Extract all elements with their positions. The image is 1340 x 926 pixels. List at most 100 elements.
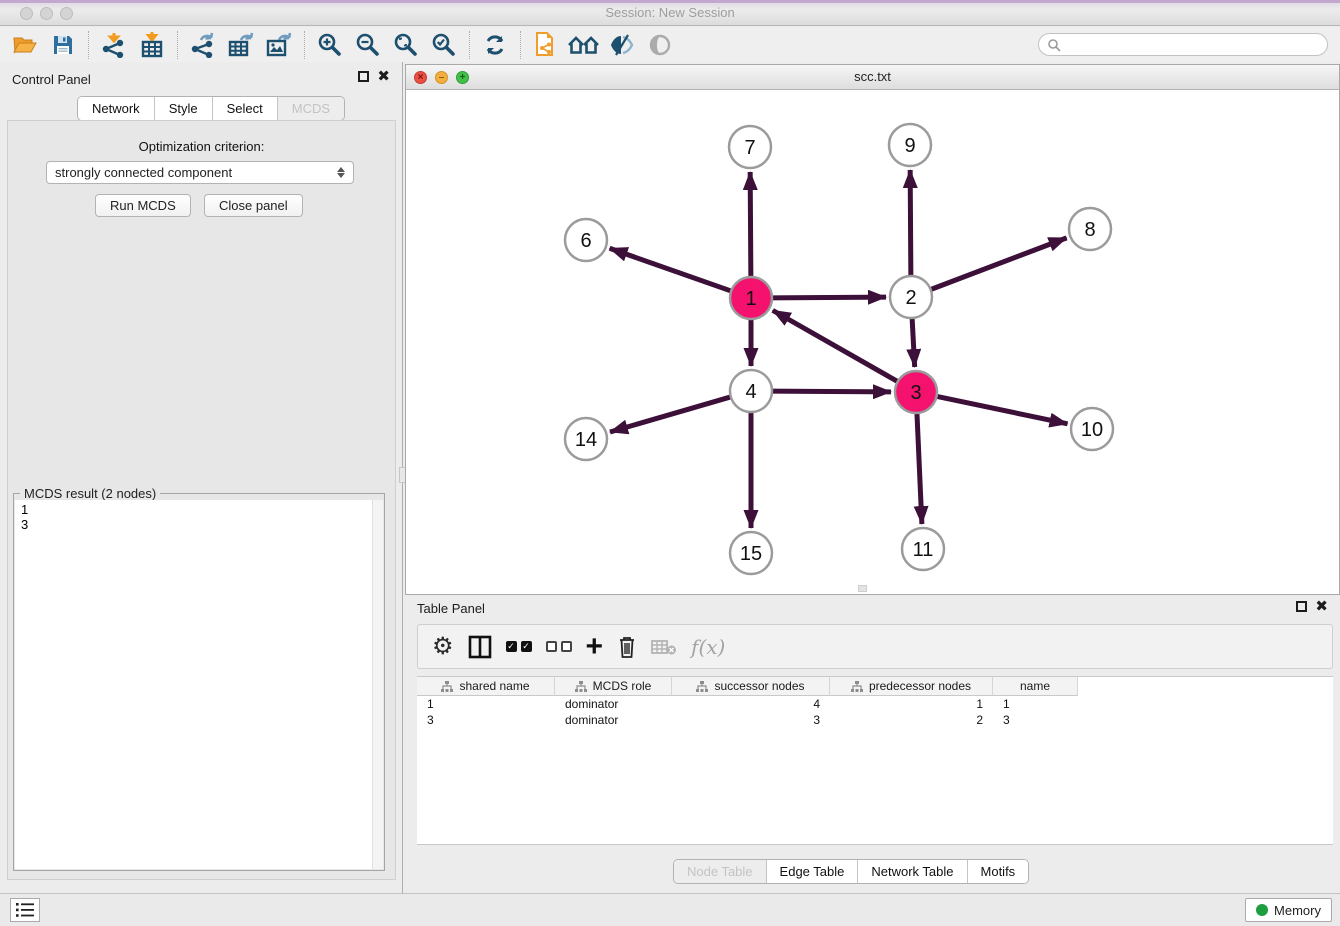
tab-network-table[interactable]: Network Table bbox=[857, 860, 966, 883]
graph-edge-2-3[interactable] bbox=[912, 316, 915, 367]
graph-edge-2-8[interactable] bbox=[929, 238, 1067, 290]
graph-node-label-14: 14 bbox=[575, 429, 597, 451]
column-label: predecessor nodes bbox=[869, 679, 971, 693]
mcds-result-title: MCDS result (2 nodes) bbox=[20, 486, 160, 501]
cell-MCDS-role[interactable]: dominator bbox=[555, 696, 672, 712]
refresh-icon bbox=[483, 33, 507, 57]
home-button[interactable] bbox=[565, 29, 603, 61]
show-graphics-details-button[interactable] bbox=[641, 29, 679, 61]
tab-network[interactable]: Network bbox=[78, 97, 154, 120]
optimization-criterion-select[interactable]: strongly connected component bbox=[46, 161, 354, 184]
tab-edge-table[interactable]: Edge Table bbox=[766, 860, 858, 883]
graph-node-label-6: 6 bbox=[580, 230, 591, 252]
hide-graphics-details-button[interactable] bbox=[603, 29, 641, 61]
network-frame-titlebar[interactable]: × – + scc.txt bbox=[406, 65, 1339, 90]
tab-select[interactable]: Select bbox=[212, 97, 277, 120]
task-history-button[interactable] bbox=[10, 898, 40, 922]
close-panel-icon[interactable]: ✖ bbox=[1315, 601, 1328, 612]
graph-node-label-8: 8 bbox=[1084, 219, 1095, 241]
run-mcds-button[interactable]: Run MCDS bbox=[95, 194, 191, 217]
import-table-button[interactable] bbox=[133, 29, 171, 61]
export-image-button[interactable] bbox=[260, 29, 298, 61]
tab-mcds[interactable]: MCDS bbox=[277, 97, 344, 120]
mcds-result-text[interactable]: 1 3 bbox=[15, 500, 373, 869]
column-header-MCDS-role[interactable]: MCDS role bbox=[555, 677, 672, 696]
export-table-icon bbox=[227, 32, 255, 58]
graph-edge-2-9[interactable] bbox=[910, 170, 911, 278]
graph-edge-1-6[interactable] bbox=[610, 248, 733, 291]
close-panel-icon[interactable]: ✖ bbox=[377, 71, 390, 82]
graph-node-label-3: 3 bbox=[910, 382, 921, 404]
tab-style[interactable]: Style bbox=[154, 97, 212, 120]
float-panel-icon[interactable] bbox=[358, 71, 369, 82]
export-table-button[interactable] bbox=[222, 29, 260, 61]
graph-edge-1-7[interactable] bbox=[750, 172, 751, 279]
window-title: Session: New Session bbox=[0, 5, 1340, 20]
cell-successor-nodes[interactable]: 4 bbox=[672, 696, 830, 712]
float-panel-icon[interactable] bbox=[1296, 601, 1307, 612]
column-header-successor-nodes[interactable]: successor nodes bbox=[672, 677, 830, 696]
mcds-tab-content: Optimization criterion: strongly connect… bbox=[7, 120, 396, 880]
search-field[interactable] bbox=[1038, 33, 1328, 56]
titlebar-accent bbox=[0, 0, 1340, 3]
columns-icon[interactable] bbox=[468, 635, 492, 659]
table-row[interactable]: 1dominator411 bbox=[417, 696, 1333, 712]
import-network-button[interactable] bbox=[95, 29, 133, 61]
optimization-criterion-label: Optimization criterion: bbox=[8, 139, 395, 154]
refresh-button[interactable] bbox=[476, 29, 514, 61]
tab-motifs[interactable]: Motifs bbox=[967, 860, 1029, 883]
import-table-icon bbox=[139, 32, 165, 58]
network-canvas[interactable]: 7968124314101511 bbox=[406, 91, 1339, 594]
graph-node-label-10: 10 bbox=[1081, 419, 1103, 441]
cell-name[interactable]: 1 bbox=[993, 696, 1078, 712]
tab-node-table[interactable]: Node Table bbox=[674, 860, 766, 883]
graph-edge-1-2[interactable] bbox=[770, 297, 886, 298]
save-session-button[interactable] bbox=[44, 29, 82, 61]
cell-name[interactable]: 3 bbox=[993, 712, 1078, 728]
mcds-result-scrollbar[interactable] bbox=[372, 500, 383, 869]
node-table[interactable]: shared nameMCDS rolesuccessor nodes prede… bbox=[417, 676, 1333, 845]
column-type-icon bbox=[851, 681, 863, 692]
column-header-shared-name[interactable]: shared name bbox=[417, 677, 555, 696]
graph-edge-4-3[interactable] bbox=[770, 391, 891, 392]
export-network-button[interactable] bbox=[184, 29, 222, 61]
clone-network-icon bbox=[533, 31, 559, 59]
cell-predecessor-nodes[interactable]: 1 bbox=[830, 696, 993, 712]
import-network-icon bbox=[101, 32, 127, 58]
cell-successor-nodes[interactable]: 3 bbox=[672, 712, 830, 728]
column-header-predecessor-nodes[interactable]: predecessor nodes bbox=[830, 677, 993, 696]
column-type-icon bbox=[696, 681, 708, 692]
graph-edge-3-1[interactable] bbox=[773, 310, 900, 382]
search-input[interactable] bbox=[1061, 38, 1327, 52]
select-stepper-icon bbox=[337, 167, 345, 178]
frame-resize-grip[interactable] bbox=[858, 585, 867, 592]
cell-MCDS-role[interactable]: dominator bbox=[555, 712, 672, 728]
graph-node-label-11: 11 bbox=[913, 539, 934, 561]
zoom-fit-button[interactable] bbox=[387, 29, 425, 61]
select-all-icon[interactable]: ✓✓ bbox=[506, 641, 532, 652]
delete-column-icon[interactable] bbox=[617, 635, 637, 659]
add-column-icon[interactable]: + bbox=[586, 635, 604, 659]
graph-edge-4-14[interactable] bbox=[610, 396, 733, 432]
application-window: Session: New Session bbox=[0, 0, 1340, 926]
open-session-button[interactable] bbox=[6, 29, 44, 61]
save-session-icon bbox=[51, 33, 75, 57]
close-panel-button[interactable]: Close panel bbox=[204, 194, 303, 217]
zoom-selected-button[interactable] bbox=[425, 29, 463, 61]
graph-edge-3-10[interactable] bbox=[935, 396, 1068, 424]
graph-node-label-15: 15 bbox=[740, 543, 762, 565]
settings-gear-icon[interactable]: ⚙ bbox=[432, 635, 454, 659]
cell-shared-name[interactable]: 1 bbox=[417, 696, 555, 712]
clone-network-button[interactable] bbox=[527, 29, 565, 61]
table-row[interactable]: 3dominator323 bbox=[417, 712, 1333, 728]
zoom-out-button[interactable] bbox=[349, 29, 387, 61]
cell-predecessor-nodes[interactable]: 2 bbox=[830, 712, 993, 728]
column-header-name[interactable]: name bbox=[993, 677, 1078, 696]
zoom-in-button[interactable] bbox=[311, 29, 349, 61]
memory-button[interactable]: Memory bbox=[1245, 898, 1332, 922]
graph-edge-3-11[interactable] bbox=[917, 411, 922, 524]
export-image-icon bbox=[265, 32, 293, 58]
deselect-all-icon[interactable] bbox=[546, 641, 572, 652]
memory-label: Memory bbox=[1274, 903, 1321, 918]
cell-shared-name[interactable]: 3 bbox=[417, 712, 555, 728]
